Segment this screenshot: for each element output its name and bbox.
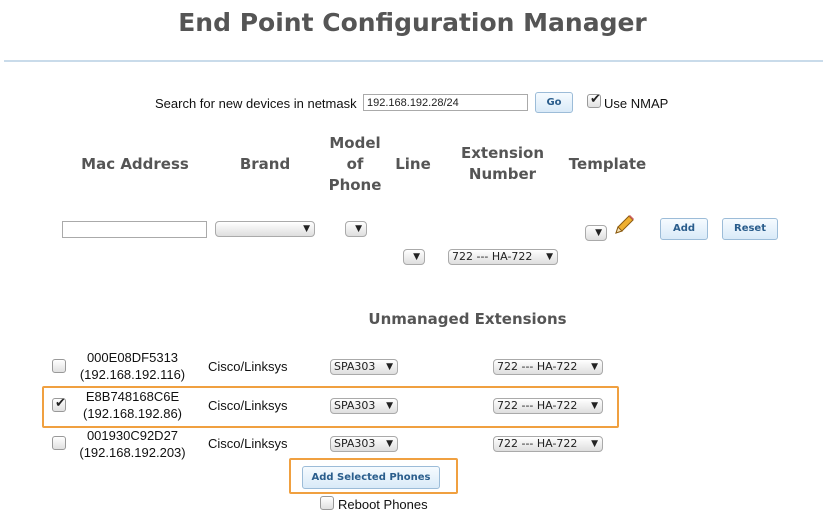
row-model-select[interactable]: SPA303 ▼: [330, 359, 398, 375]
row-select-checkbox[interactable]: [52, 359, 66, 373]
table-row-mac: 001930C92D27 (192.168.192.203): [70, 427, 195, 461]
netmask-search-label: Search for new devices in netmask: [155, 96, 357, 111]
go-button[interactable]: Go: [535, 92, 573, 113]
column-header-model-line3: Phone: [328, 176, 382, 194]
chevron-down-icon: ▼: [591, 401, 598, 411]
table-row-mac: E8B748168C6E (192.168.192.86): [70, 388, 195, 422]
column-header-model: Model of Phone: [320, 133, 390, 196]
checkmark-icon: ✔: [590, 92, 601, 107]
ip-address-text: (192.168.192.116): [79, 367, 186, 382]
add-button[interactable]: Add: [660, 218, 708, 240]
row-select-checkbox[interactable]: ✔: [52, 396, 66, 412]
mac-address-text: 000E08DF5313: [86, 350, 179, 365]
chevron-down-icon: ▼: [546, 252, 553, 262]
column-header-brand: Brand: [239, 155, 291, 173]
model-select[interactable]: ▼: [345, 221, 367, 237]
row-model-select-value: SPA303: [334, 437, 376, 450]
use-nmap-checkbox[interactable]: ✔: [587, 92, 601, 108]
row-extension-select[interactable]: 722 --- HA-722 ▼: [493, 359, 603, 375]
chevron-down-icon: ▼: [591, 439, 598, 449]
chevron-down-icon: ▼: [413, 252, 420, 262]
chevron-down-icon: ▼: [386, 362, 393, 372]
brand-text: Cisco/Linksys: [208, 398, 288, 413]
column-header-extension: Extension Number: [450, 143, 555, 185]
column-header-model-line1: Model: [329, 134, 381, 152]
template-select[interactable]: ▼: [585, 225, 607, 241]
row-model-select[interactable]: SPA303 ▼: [330, 398, 398, 414]
chevron-down-icon: ▼: [591, 362, 598, 372]
add-selected-phones-button[interactable]: Add Selected Phones: [302, 466, 440, 489]
reset-button[interactable]: Reset: [722, 218, 778, 240]
pencil-icon[interactable]: [612, 213, 636, 237]
row-extension-select-value: 722 --- HA-722: [497, 437, 578, 450]
reboot-phones-checkbox[interactable]: [320, 496, 334, 510]
mac-address-text: E8B748168C6E: [85, 389, 180, 404]
extension-select-value: 722 --- HA-722: [452, 250, 533, 263]
mac-address-input[interactable]: [62, 221, 207, 238]
line-select[interactable]: ▼: [403, 249, 425, 265]
column-header-line: Line: [395, 155, 431, 173]
row-extension-select[interactable]: 722 --- HA-722 ▼: [493, 398, 603, 414]
page-title: End Point Configuration Manager: [178, 8, 647, 37]
row-extension-select[interactable]: 722 --- HA-722 ▼: [493, 436, 603, 452]
extension-select[interactable]: 722 --- HA-722 ▼: [448, 249, 558, 265]
row-model-select[interactable]: SPA303 ▼: [330, 436, 398, 452]
chevron-down-icon: ▼: [386, 439, 393, 449]
mac-address-text: 001930C92D27: [86, 428, 179, 443]
brand-select[interactable]: ▼: [215, 221, 315, 237]
row-extension-select-value: 722 --- HA-722: [497, 360, 578, 373]
chevron-down-icon: ▼: [303, 224, 310, 234]
column-header-extension-line1: Extension: [461, 144, 544, 162]
column-header-model-line2: of: [346, 155, 364, 173]
chevron-down-icon: ▼: [595, 228, 602, 238]
column-header-extension-line2: Number: [468, 165, 537, 183]
brand-text: Cisco/Linksys: [208, 359, 288, 374]
brand-text: Cisco/Linksys: [208, 436, 288, 451]
use-nmap-label: Use NMAP: [604, 96, 669, 111]
chevron-down-icon: ▼: [355, 224, 362, 234]
column-header-mac: Mac Address: [81, 155, 189, 173]
title-divider: [4, 60, 823, 62]
netmask-input[interactable]: [363, 94, 528, 111]
row-select-checkbox[interactable]: [52, 436, 66, 450]
ip-address-text: (192.168.192.86): [82, 406, 183, 421]
checkmark-icon: ✔: [55, 396, 66, 411]
ip-address-text: (192.168.192.203): [79, 445, 186, 460]
row-model-select-value: SPA303: [334, 360, 376, 373]
row-model-select-value: SPA303: [334, 399, 376, 412]
unmanaged-extensions-heading: Unmanaged Extensions: [368, 310, 567, 328]
table-row-mac: 000E08DF5313 (192.168.192.116): [70, 349, 195, 383]
column-header-template: Template: [568, 155, 647, 173]
row-extension-select-value: 722 --- HA-722: [497, 399, 578, 412]
chevron-down-icon: ▼: [386, 401, 393, 411]
